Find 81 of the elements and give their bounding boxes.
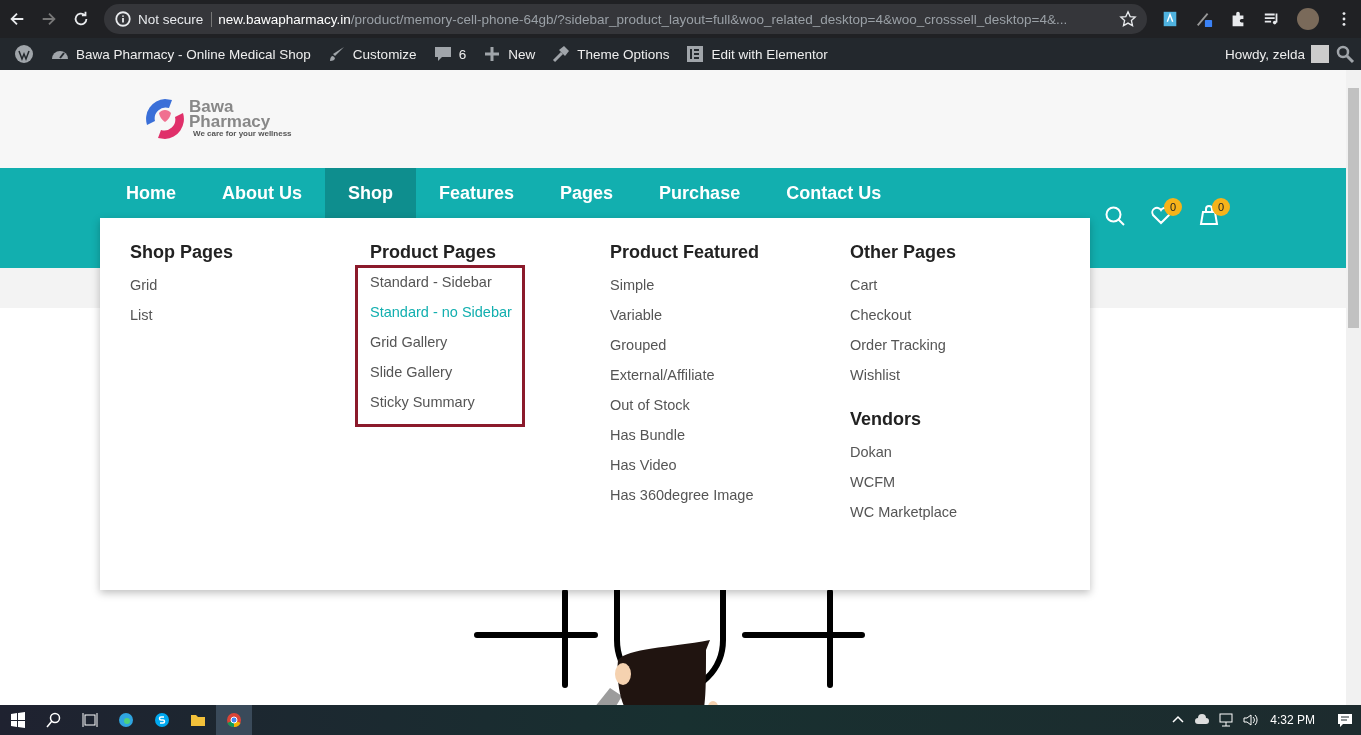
elementor-icon (685, 44, 706, 64)
menu-link[interactable]: Has Bundle (610, 425, 685, 455)
admin-bar-item[interactable]: Customize (318, 44, 425, 64)
profile-avatar[interactable] (1297, 8, 1319, 30)
speaker-icon[interactable] (1242, 712, 1259, 728)
admin-bar-item[interactable]: Theme Options (543, 44, 678, 64)
menu-link[interactable]: Standard - Sidebar (370, 272, 492, 302)
menu-link[interactable]: Slide Gallery (370, 362, 453, 392)
folder-icon (190, 712, 206, 728)
menu-link[interactable]: Grid (130, 275, 158, 305)
search-icon[interactable] (1104, 205, 1126, 227)
logo-text: Pharmacy (189, 114, 272, 129)
forward-icon[interactable] (40, 10, 58, 28)
windows-logo-icon (10, 712, 26, 728)
task-view-icon (82, 712, 98, 728)
eyedropper-icon[interactable] (1195, 10, 1213, 28)
count-badge: 0 (1212, 198, 1230, 216)
admin-bar-label: New (508, 46, 536, 62)
back-icon[interactable] (8, 10, 26, 28)
menu-heading: Product Pages (370, 242, 497, 263)
clock-text[interactable]: 4:32 PM (1270, 713, 1315, 727)
scrollbar[interactable] (1346, 70, 1361, 705)
security-label: Not secure (138, 11, 213, 27)
shopping-bag-icon[interactable] (1198, 204, 1220, 226)
chrome-icon (226, 712, 242, 728)
menu-link[interactable]: Variable (610, 305, 663, 335)
nav-link[interactable]: Shop (325, 168, 416, 218)
menu-link[interactable]: Simple (610, 275, 655, 305)
hammer-icon (551, 44, 572, 64)
admin-bar-label: Theme Options (577, 46, 670, 62)
comment-icon (432, 44, 453, 64)
menu-link[interactable]: Dokan (850, 442, 892, 472)
menu-link[interactable]: Has Video (610, 455, 677, 485)
menu-link[interactable]: Out of Stock (610, 395, 690, 425)
menu-link[interactable]: Grid Gallery (370, 332, 448, 362)
wordpress-icon[interactable] (14, 44, 34, 64)
admin-bar-item[interactable]: Edit with Elementor (677, 44, 836, 64)
url-path: /product/memory-cell-phone-64gb/?sidebar_product_layout=full&woo_related_desktop=4&woo_crosssell_desktop=4&... (350, 11, 1068, 27)
menu-link[interactable]: Has 360degree Image (610, 485, 754, 515)
menu-heading: Vendors (850, 409, 922, 430)
menu-heading: Other Pages (850, 242, 957, 263)
notification-icon[interactable] (1337, 712, 1353, 728)
menu-heading: Shop Pages (130, 242, 234, 263)
menu-link[interactable]: External/Affiliate (610, 365, 715, 395)
letter-s-circle-icon (154, 712, 170, 728)
url-host: new.bawapharmacy.in (218, 11, 351, 27)
admin-bar-label: 6 (458, 46, 467, 62)
extension-letter-icon[interactable] (1161, 10, 1179, 28)
user-avatar (1311, 45, 1329, 63)
chrome-taskbar-button[interactable] (216, 705, 252, 735)
menu-link[interactable]: Cart (850, 275, 878, 305)
menu-link[interactable]: Sticky Summary (370, 392, 475, 422)
logo-mark-icon[interactable] (145, 97, 185, 141)
menu-link[interactable]: List (130, 305, 153, 335)
heart-icon[interactable] (1150, 204, 1172, 226)
menu-link[interactable]: Grouped (610, 335, 667, 365)
admin-bar-label: Customize (352, 46, 417, 62)
logo-text: Bawa (189, 99, 234, 114)
admin-bar-item[interactable]: Bawa Pharmacy - Online Medical Shop (42, 44, 319, 64)
admin-bar-item[interactable]: New (474, 44, 544, 64)
search-icon[interactable] (1335, 44, 1355, 64)
reload-icon[interactable] (72, 10, 90, 28)
admin-bar-label: Bawa Pharmacy - Online Medical Shop (76, 46, 311, 62)
logo-tagline: We care for your wellness (193, 129, 292, 139)
address-bar[interactable]: Not secure new.bawapharmacy.in/product/memory-cell-phone-64gb/?sidebar_product_layout=full&woo_related_desktop=4&woo_crosssell_desktop=4&... (104, 4, 1147, 34)
menu-heading: Product Featured (610, 242, 760, 263)
admin-bar-label: Edit with Elementor (711, 46, 828, 62)
browser-swirl-icon (118, 712, 134, 728)
info-icon[interactable] (114, 10, 132, 28)
admin-bar-item[interactable]: 6 (424, 44, 475, 64)
menu-link[interactable]: WC Marketplace (850, 502, 958, 532)
count-badge: 0 (1164, 198, 1182, 216)
scrollbar-thumb[interactable] (1348, 88, 1359, 328)
search-icon (46, 712, 62, 728)
menu-link[interactable]: Order Tracking (850, 335, 946, 365)
network-icon[interactable] (1218, 712, 1235, 728)
menu-link[interactable]: WCFM (850, 472, 896, 502)
menu-link[interactable]: Wishlist (850, 365, 900, 395)
star-icon[interactable] (1119, 10, 1137, 28)
greeting-link[interactable]: Howdy, zelda (1224, 46, 1305, 62)
menu-link[interactable]: Checkout (850, 305, 912, 335)
